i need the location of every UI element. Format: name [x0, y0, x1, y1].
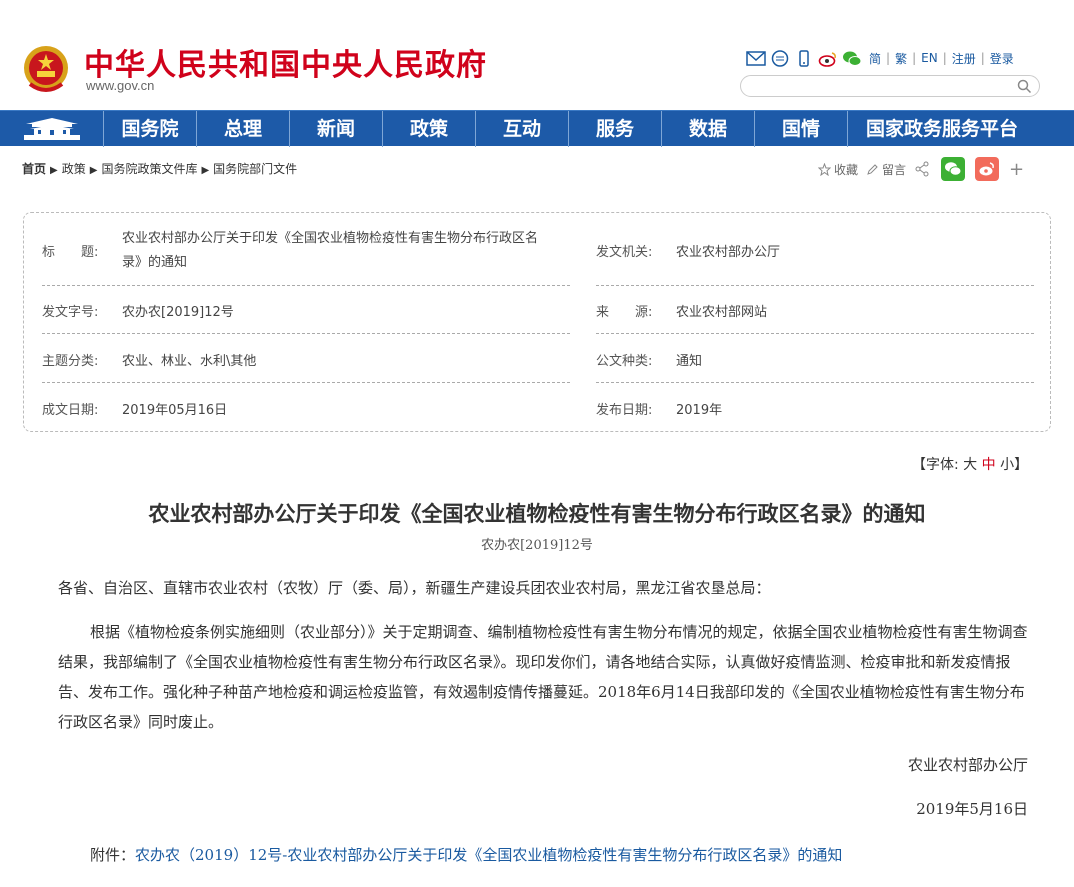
font-size-medium[interactable]: 中 — [982, 457, 996, 473]
nav-item-gov-service-platform[interactable]: 国家政务服务平台 — [848, 111, 1036, 147]
divider — [42, 285, 570, 286]
written-date-label: 成文日期: — [42, 403, 99, 418]
favorite-label: 收藏 — [834, 162, 859, 177]
breadcrumb-arrow-icon: ▶ — [89, 165, 98, 176]
info-row-title: 标 题: 农业农村部办公厅关于印发《全国农业植物检疫性有害生物分布行政区名 录》… — [42, 227, 1034, 273]
breadcrumb-dept-docs[interactable]: 国务院部门文件 — [213, 162, 297, 176]
document-number: 农办农[2019]12号 — [481, 538, 593, 553]
link-english[interactable]: EN — [921, 51, 938, 65]
source-label: 来 源: — [596, 305, 653, 320]
nav-item-national-info[interactable]: 国情 — [755, 111, 848, 147]
search-input[interactable] — [740, 75, 1040, 97]
share-icon — [915, 161, 929, 177]
mobile-icon[interactable] — [794, 49, 814, 67]
breadcrumb: 首页 ▶ 政策 ▶ 国务院政策文件库 ▶ 国务院部门文件 — [22, 160, 297, 177]
breadcrumb-arrow-icon: ▶ — [201, 165, 210, 176]
link-login[interactable]: 登录 — [990, 50, 1014, 67]
written-date-value: 2019年05月16日 — [122, 403, 228, 418]
share-weibo-button[interactable] — [975, 157, 1000, 181]
breadcrumb-policy[interactable]: 政策 — [62, 162, 86, 176]
document-title: 农业农村部办公厅关于印发《全国农业植物检疫性有害生物分布行政区名录》的通知 — [148, 501, 926, 526]
doc-number-value: 农办农[2019]12号 — [122, 305, 234, 320]
site-url[interactable]: www.gov.cn — [86, 78, 154, 93]
issuer-value: 农业农村部办公厅 — [676, 245, 781, 260]
doc-type-label: 公文种类: — [596, 354, 653, 369]
topic-label: 主题分类: — [42, 354, 99, 369]
attachment-prefix: 附件： — [90, 846, 136, 864]
tiananmen-icon — [23, 118, 80, 140]
nav-item-interaction[interactable]: 互动 — [476, 111, 569, 147]
divider — [596, 382, 1034, 383]
document-addressee: 各省、自治区、直辖市农业农村（农牧）厅（委、局），新疆生产建设兵团农业农村局，黑… — [58, 579, 771, 597]
page-tools: 收藏 留言 + — [818, 157, 1024, 181]
topic-value: 农业、林业、水利\其他 — [122, 354, 257, 369]
nav-item-services[interactable]: 服务 — [569, 111, 662, 147]
weibo-icon[interactable] — [818, 50, 838, 67]
nav-item-state-council[interactable]: 国务院 — [104, 111, 197, 147]
font-size-large[interactable]: 大 — [963, 457, 977, 473]
divider — [596, 333, 1034, 334]
source-value: 农业农村部网站 — [676, 305, 768, 320]
title-value-line1: 农业农村部办公厅关于印发《全国农业植物检疫性有害生物分布行政区名 — [122, 231, 539, 246]
pen-icon — [867, 163, 878, 175]
wechat-icon[interactable] — [842, 50, 862, 67]
font-size-suffix: 】 — [1014, 457, 1029, 473]
issuer-label: 发文机关: — [596, 245, 653, 260]
more-plus-icon[interactable]: + — [1009, 159, 1024, 180]
doc-type-value: 通知 — [676, 354, 703, 369]
breadcrumb-policy-library[interactable]: 国务院政策文件库 — [101, 162, 197, 176]
main-nav: 国务院 总理 新闻 政策 互动 服务 数据 国情 国家政务服务平台 — [0, 110, 1074, 147]
document-info-box: 标 题: 农业农村部办公厅关于印发《全国农业植物检疫性有害生物分布行政区名 录》… — [23, 212, 1051, 432]
info-row-docno: 发文字号: 农办农[2019]12号 来 源: 农业农村部网站 — [42, 301, 1034, 321]
font-size-control: 【字体: 大 中 小】 — [912, 454, 1028, 474]
link-traditional[interactable]: 繁 — [895, 50, 907, 67]
divider — [596, 285, 1034, 286]
divider — [42, 382, 570, 383]
chat-icon[interactable] — [770, 49, 790, 67]
divider — [42, 333, 570, 334]
title-value: 农业农村部办公厅关于印发《全国农业植物检疫性有害生物分布行政区名 录》的通知 — [122, 227, 538, 275]
info-row-topic: 主题分类: 农业、林业、水利\其他 公文种类: 通知 — [42, 350, 1034, 370]
info-row-dates: 成文日期: 2019年05月16日 发布日期: 2019年 — [42, 399, 1034, 419]
breadcrumb-arrow-icon: ▶ — [50, 165, 58, 176]
wechat-icon — [945, 162, 962, 176]
mail-icon[interactable] — [746, 50, 766, 67]
breadcrumb-home[interactable]: 首页 — [22, 162, 46, 176]
doc-number-label: 发文字号: — [42, 305, 99, 320]
document-signature: 农业农村部办公厅 — [907, 756, 1028, 774]
link-register[interactable]: 注册 — [952, 50, 976, 67]
publish-date-label: 发布日期: — [596, 403, 653, 418]
star-icon — [818, 162, 831, 176]
attachment-link[interactable]: 农办农（2019）12号-农业农村部办公厅关于印发《全国农业植物检疫性有害生物分… — [135, 846, 842, 864]
top-links: 简 | 繁 | EN | 注册 | 登录 — [746, 48, 1017, 68]
document-date: 2019年5月16日 — [916, 800, 1028, 818]
favorite-button[interactable]: 收藏 — [818, 161, 858, 178]
document-body: 根据《植物检疫条例实施细则（农业部分）》关于定期调查、编制植物检疫性有害生物分布… — [58, 623, 1028, 731]
link-simplified[interactable]: 简 — [869, 50, 881, 67]
publish-date-value: 2019年 — [676, 403, 723, 418]
nav-item-news[interactable]: 新闻 — [290, 111, 383, 147]
nav-item-premier[interactable]: 总理 — [197, 111, 290, 147]
share-wechat-button[interactable] — [941, 157, 966, 181]
attachment: 附件：农办农（2019）12号-农业农村部办公厅关于印发《全国农业植物检疫性有害… — [90, 844, 842, 865]
comment-label: 留言 — [882, 162, 907, 177]
title-label: 标 题: — [42, 245, 99, 260]
site-header: 中华人民共和国中央人民政府 www.gov.cn 简 | 繁 | EN | 注册 | 登… — [0, 0, 1074, 110]
nav-home-button[interactable] — [0, 111, 104, 147]
share-button[interactable] — [914, 161, 933, 177]
comment-button[interactable]: 留言 — [866, 161, 906, 178]
font-size-small[interactable]: 小 — [1000, 457, 1014, 473]
title-value-line2: 录》的通知 — [122, 255, 188, 270]
national-emblem-icon[interactable] — [22, 44, 70, 96]
nav-item-policy[interactable]: 政策 — [383, 111, 476, 147]
font-size-prefix: 【字体: — [912, 457, 959, 473]
search-icon[interactable] — [1017, 79, 1032, 94]
nav-item-data[interactable]: 数据 — [662, 111, 755, 147]
weibo-icon — [979, 162, 994, 176]
